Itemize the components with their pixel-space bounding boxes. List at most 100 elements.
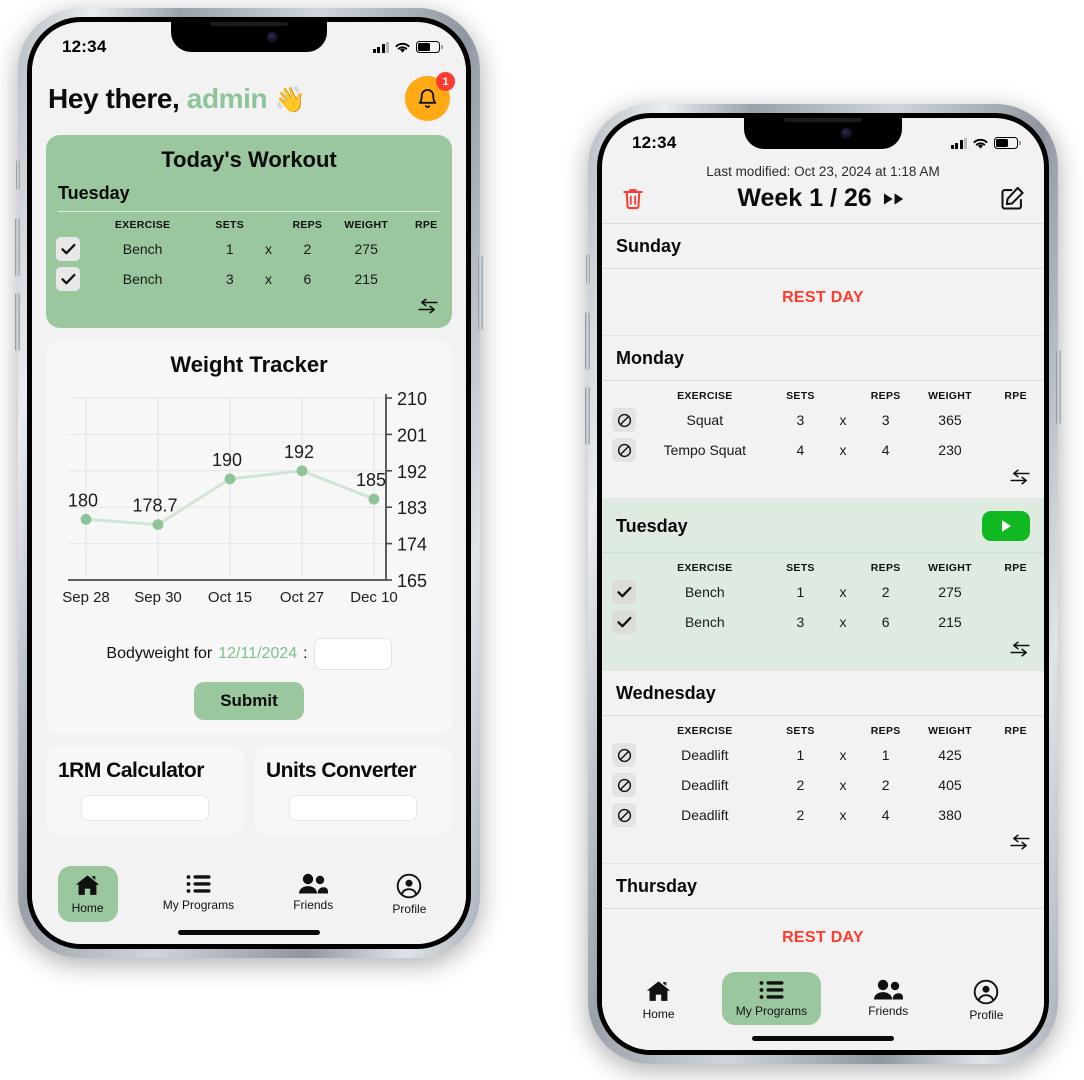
day-exercise-table: EXERCISE SETS REPS WEIGHT RPE Squat 3 x …	[602, 383, 1044, 465]
units-converter-card[interactable]: Units Converter	[254, 746, 452, 835]
svg-text:192: 192	[397, 462, 427, 482]
cell-rpe	[987, 577, 1044, 607]
day-header[interactable]: Wednesday	[602, 671, 1044, 716]
tools-row: 1RM Calculator Units Converter	[46, 746, 452, 835]
todays-exercise-rows: Bench 1 x 2 275 Bench 3 x 6 215	[46, 234, 452, 294]
volume-down-button-right[interactable]	[585, 387, 590, 445]
table-header-row: EXERCISE SETS REPS WEIGHT RPE	[602, 383, 1044, 405]
swap-arrows-icon[interactable]	[1010, 834, 1030, 850]
tab-home[interactable]: Home	[57, 866, 118, 922]
person-circle-icon	[974, 979, 999, 1005]
swap-arrows-icon[interactable]	[1010, 641, 1030, 657]
table-row: Bench 3 x 6 215	[46, 264, 452, 294]
power-button-right[interactable]	[1056, 350, 1061, 424]
volume-up-button[interactable]	[15, 218, 20, 276]
notch-right	[744, 118, 902, 149]
cell-multiplier: x	[839, 777, 847, 793]
day-body: EXERCISE SETS REPS WEIGHT RPE Deadlift 1…	[602, 716, 1044, 864]
one-rm-input[interactable]	[80, 795, 210, 821]
battery-icon	[416, 41, 443, 53]
exercise-status-toggle[interactable]	[612, 743, 636, 767]
day-name-label: Wednesday	[616, 683, 716, 703]
day-header[interactable]: Thursday	[602, 864, 1044, 909]
exercise-checkbox[interactable]	[56, 267, 80, 291]
edit-square-icon[interactable]	[999, 185, 1026, 212]
exercise-status-toggle[interactable]	[612, 803, 636, 827]
exercise-status-toggle[interactable]	[612, 438, 636, 462]
day-header[interactable]: Sunday	[602, 224, 1044, 269]
exercise-status-toggle[interactable]	[612, 408, 636, 432]
col-sets: SETS	[786, 390, 815, 402]
list-icon	[759, 981, 784, 999]
notifications-button[interactable]: 1	[405, 72, 455, 121]
volume-down-button[interactable]	[15, 293, 20, 351]
col-weight: WEIGHT	[344, 219, 389, 231]
swap-arrows-icon[interactable]	[1010, 469, 1030, 485]
fast-forward-icon[interactable]	[883, 191, 908, 207]
units-converter-input[interactable]	[288, 795, 418, 821]
people-icon	[299, 873, 329, 894]
cell-reps: 4	[881, 442, 890, 458]
exercise-checkbox[interactable]	[56, 237, 80, 261]
mute-switch[interactable]	[16, 160, 20, 190]
tab-my-programs[interactable]: My Programs	[149, 866, 248, 919]
cell-exercise: Bench	[684, 584, 725, 600]
status-time: 12:34	[62, 37, 107, 56]
power-button[interactable]	[478, 256, 483, 330]
col-rpe: RPE	[414, 219, 438, 231]
cell-sets: 1	[225, 241, 234, 257]
earpiece-speaker	[210, 22, 288, 26]
rest-day-label: REST DAY	[782, 289, 864, 306]
bodyweight-input[interactable]	[313, 638, 392, 670]
cell-rpe	[987, 740, 1044, 770]
greeting-prefix: Hey there,	[48, 82, 180, 114]
todays-workout-title: Today's Workout	[161, 147, 337, 172]
col-exercise: EXERCISE	[677, 390, 733, 402]
mute-switch-right[interactable]	[586, 254, 590, 284]
cell-weight: 215	[354, 271, 378, 287]
submit-button[interactable]: Submit	[194, 682, 304, 720]
col-sets: SETS	[786, 562, 815, 574]
tab-label: Home	[642, 1007, 675, 1021]
tab-home[interactable]: Home	[629, 972, 689, 1028]
day-body: EXERCISE SETS REPS WEIGHT RPE Squat 3 x …	[602, 381, 1044, 499]
cell-exercise: Tempo Squat	[663, 442, 747, 458]
swap-arrows-icon[interactable]	[418, 298, 438, 314]
cell-rpe	[987, 607, 1044, 637]
cell-reps: 6	[881, 614, 890, 630]
exercise-status-toggle[interactable]	[612, 773, 636, 797]
day-header[interactable]: Monday	[602, 336, 1044, 381]
tab-profile[interactable]: Profile	[955, 972, 1017, 1029]
volume-up-button-right[interactable]	[585, 312, 590, 370]
tab-friends[interactable]: Friends	[854, 972, 922, 1025]
program-header: Week 1 / 26	[602, 182, 1044, 224]
table-row: Tempo Squat 4 x 4 230	[602, 435, 1044, 465]
svg-text:180: 180	[68, 490, 98, 510]
cell-sets: 2	[796, 807, 805, 823]
day-header[interactable]: Tuesday	[602, 499, 1044, 553]
username-label: admin	[186, 82, 268, 114]
exercise-status-toggle[interactable]	[612, 610, 636, 634]
start-workout-button[interactable]	[982, 511, 1030, 541]
svg-text:165: 165	[397, 571, 427, 591]
exercise-status-toggle[interactable]	[612, 580, 636, 604]
day-body: REST DAY	[602, 269, 1044, 336]
tab-my-programs[interactable]: My Programs	[721, 972, 822, 1025]
blocked-icon	[617, 443, 631, 457]
cellular-signal-icon	[372, 41, 389, 53]
svg-text:185: 185	[356, 470, 386, 490]
cell-rpe	[987, 435, 1044, 465]
tab-friends[interactable]: Friends	[279, 866, 347, 919]
table-header-row: EXERCISE SETS REPS WEIGHT RPE	[46, 212, 452, 234]
wifi-icon-right	[973, 138, 988, 149]
trash-icon[interactable]	[620, 185, 646, 212]
swap-row	[46, 294, 452, 318]
one-rm-calculator-card[interactable]: 1RM Calculator	[46, 746, 244, 835]
cell-reps: 2	[303, 241, 312, 257]
program-title-group: Week 1 / 26	[737, 184, 907, 213]
cell-exercise: Bench	[684, 614, 725, 630]
people-icon	[874, 979, 904, 1000]
tab-profile[interactable]: Profile	[378, 866, 440, 923]
week-day-list[interactable]: Sunday REST DAY Monday EXERCISE SETS REPS …	[602, 224, 1044, 1050]
svg-text:178.7: 178.7	[132, 496, 177, 516]
